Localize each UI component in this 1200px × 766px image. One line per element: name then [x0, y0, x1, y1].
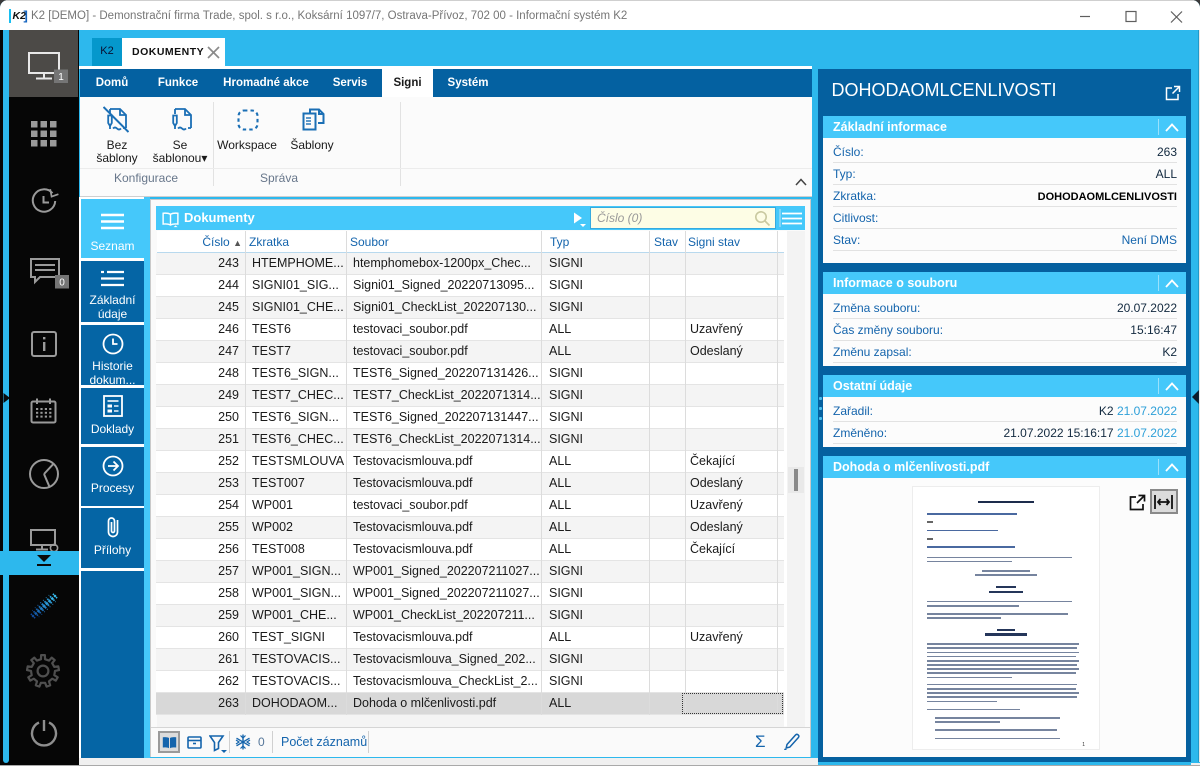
svg-text:0: 0 [59, 278, 65, 289]
